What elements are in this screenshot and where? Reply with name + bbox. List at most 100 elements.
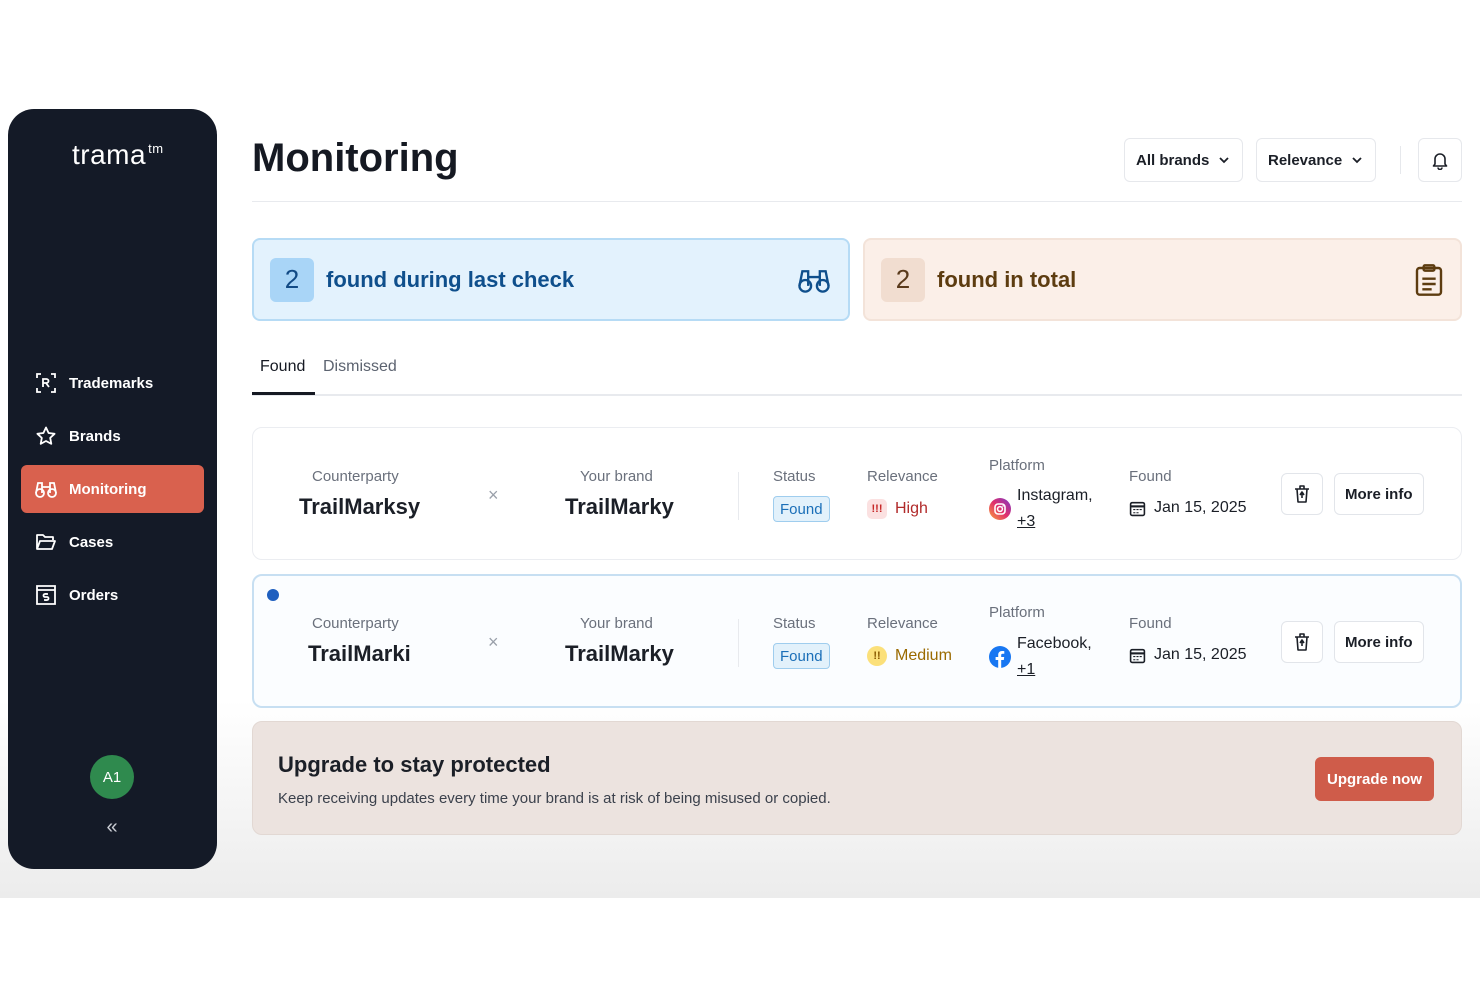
platform-label: Platform: [989, 457, 1045, 474]
sidebar-nav: Trademarks Brands Monitoring Cases Order…: [21, 359, 204, 624]
stat-last-check-card: 2 found during last check: [252, 238, 850, 321]
found-label: Found: [1129, 615, 1172, 632]
stat-last-check-label: found during last check: [326, 266, 575, 292]
status-badge: Found: [773, 643, 830, 669]
relevance-label: Relevance: [867, 615, 938, 632]
sidebar-item-label: Monitoring: [69, 480, 147, 498]
notifications-button[interactable]: [1418, 138, 1462, 182]
instagram-icon: [989, 498, 1011, 520]
folder-icon: [34, 530, 58, 554]
header-separator: [1400, 146, 1401, 174]
logo-trademark: tm: [148, 141, 164, 156]
sidebar-item-orders[interactable]: Orders: [21, 571, 204, 619]
sidebar-item-label: Trademarks: [69, 374, 154, 392]
tab-dismissed[interactable]: Dismissed: [323, 358, 397, 376]
stat-total-count: 2: [881, 257, 925, 302]
tab-found[interactable]: Found: [260, 358, 305, 376]
platform-label: Platform: [989, 604, 1045, 621]
counterparty-name: TrailMarksy: [299, 494, 421, 519]
app-window: trama tm Trademarks Brands Monitoring Ca…: [0, 0, 1480, 898]
brand-filter-label: All brands: [1136, 151, 1210, 169]
brand-filter-dropdown[interactable]: All brands: [1124, 138, 1244, 182]
stat-last-check-count: 2: [270, 257, 314, 302]
your-brand-label: Your brand: [580, 615, 653, 632]
stat-total-card: 2 found in total: [863, 238, 1462, 321]
binoculars-icon: [34, 477, 58, 501]
trash-icon: [1295, 633, 1309, 651]
your-brand-name: TrailMarky: [565, 494, 674, 519]
clipboard-icon: [1415, 264, 1443, 296]
upgrade-subtitle: Keep receiving updates every time your b…: [278, 790, 831, 807]
dismiss-button[interactable]: [1281, 621, 1323, 663]
status-label: Status: [773, 468, 816, 485]
more-info-button[interactable]: More info: [1334, 473, 1424, 515]
found-date-text: Jan 15, 2025: [1154, 646, 1247, 663]
collapse-sidebar-icon[interactable]: «: [100, 815, 124, 839]
avatar[interactable]: A1: [90, 755, 134, 799]
row-divider: [738, 619, 739, 667]
stat-total-label: found in total: [937, 266, 1077, 292]
calendar-icon: [1129, 501, 1146, 516]
found-date-text: Jan 15, 2025: [1154, 499, 1247, 516]
relevance-value: !!! High: [867, 499, 928, 519]
your-brand-label: Your brand: [580, 468, 653, 485]
platform-name: Instagram,: [1017, 487, 1093, 504]
sidebar-item-brands[interactable]: Brands: [21, 412, 204, 460]
counterparty-label: Counterparty: [312, 615, 399, 632]
found-date: Jan 15, 2025: [1129, 646, 1247, 664]
counterparty-label: Counterparty: [312, 468, 399, 485]
sidebar-item-cases[interactable]: Cases: [21, 518, 204, 566]
upgrade-now-button[interactable]: Upgrade now: [1315, 757, 1435, 801]
platform-value: Facebook, +1: [1017, 631, 1092, 683]
page-title: Monitoring: [252, 136, 459, 180]
relevance-value: !! Medium: [867, 646, 952, 666]
found-label: Found: [1129, 468, 1172, 485]
platform-more-link[interactable]: +1: [1017, 657, 1092, 683]
upgrade-title: Upgrade to stay protected: [278, 752, 551, 777]
your-brand-name: TrailMarky: [565, 641, 674, 666]
binoculars-icon: [798, 270, 830, 293]
logo[interactable]: trama tm: [72, 139, 164, 171]
table-row[interactable]: Counterparty TrailMarksy × Your brand Tr…: [252, 427, 1462, 560]
platform-name: Facebook,: [1017, 635, 1092, 652]
status-badge: Found: [773, 496, 830, 522]
calendar-icon: [1129, 648, 1146, 663]
versus-x-icon: ×: [488, 485, 499, 505]
logo-text: trama: [72, 139, 147, 170]
found-date: Jan 15, 2025: [1129, 499, 1247, 517]
relevance-medium-icon: !!: [867, 646, 887, 666]
platform-more-link[interactable]: +3: [1017, 509, 1093, 535]
chevron-down-icon: [1219, 157, 1229, 164]
sidebar-item-label: Orders: [69, 586, 119, 604]
tab-active-indicator: [252, 392, 315, 395]
sidebar-item-label: Brands: [69, 427, 121, 445]
dismiss-button[interactable]: [1281, 473, 1323, 515]
sort-filter-dropdown[interactable]: Relevance: [1256, 138, 1377, 182]
status-label: Status: [773, 615, 816, 632]
relevance-text: High: [895, 500, 928, 517]
sidebar: trama tm Trademarks Brands Monitoring Ca…: [8, 109, 217, 869]
chevron-down-icon: [1352, 157, 1362, 164]
more-info-button[interactable]: More info: [1334, 621, 1424, 663]
platform-value: Instagram, +3: [1017, 483, 1093, 535]
sort-filter-label: Relevance: [1268, 151, 1343, 169]
star-icon: [34, 424, 58, 448]
relevance-text: Medium: [895, 647, 952, 664]
sidebar-item-monitoring[interactable]: Monitoring: [21, 465, 204, 513]
tabs: Found Dismissed: [252, 350, 1462, 396]
sidebar-item-label: Cases: [69, 533, 114, 551]
trademark-r-icon: [34, 371, 58, 395]
upgrade-banner: Upgrade to stay protected Keep receiving…: [252, 721, 1462, 835]
header-divider: [252, 201, 1462, 202]
trash-icon: [1295, 485, 1309, 503]
dollar-receipt-icon: [34, 583, 58, 607]
facebook-icon: [989, 646, 1011, 668]
relevance-high-icon: !!!: [867, 499, 887, 519]
sidebar-item-trademarks[interactable]: Trademarks: [21, 359, 204, 407]
counterparty-name: TrailMarki: [308, 641, 411, 666]
row-divider: [738, 472, 739, 520]
versus-x-icon: ×: [488, 632, 499, 652]
table-row[interactable]: Counterparty TrailMarki × Your brand Tra…: [252, 574, 1462, 708]
bell-icon: [1432, 153, 1448, 170]
relevance-label: Relevance: [867, 468, 938, 485]
